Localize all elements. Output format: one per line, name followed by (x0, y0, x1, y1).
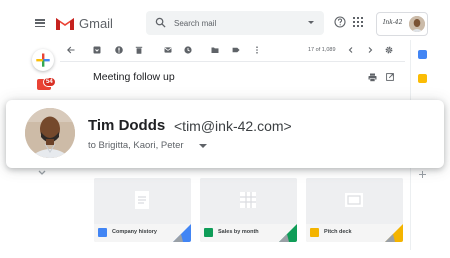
help-icon[interactable] (334, 16, 346, 28)
file-corner-icon (173, 224, 191, 242)
message-subject: Meeting follow up (93, 71, 175, 83)
sender-email: <tim@ink-42.com> (174, 118, 292, 134)
attachment-footer: Sales by month (200, 224, 297, 242)
print-icon[interactable] (368, 73, 377, 82)
apps-icon[interactable] (353, 17, 363, 27)
spreadsheet-icon (240, 192, 256, 208)
avatar[interactable] (409, 16, 425, 32)
brand-mark: Ink-42 (383, 19, 403, 26)
delete-icon[interactable] (135, 46, 143, 54)
attachment-sales-by-month[interactable]: Sales by month (200, 178, 297, 242)
keep-icon[interactable] (418, 74, 427, 83)
attachment-footer: Pitch deck (306, 224, 403, 242)
attachment-company-history[interactable]: Company history (94, 178, 191, 242)
compose-button[interactable] (32, 49, 54, 71)
sheets-icon (204, 228, 213, 237)
account-chip[interactable]: Ink-42 (376, 12, 428, 36)
back-arrow-icon[interactable] (67, 46, 75, 54)
menu-icon[interactable] (35, 19, 45, 27)
settings-icon[interactable] (385, 46, 393, 54)
search-bar[interactable] (146, 11, 324, 35)
gmail-logo[interactable] (55, 15, 75, 31)
open-in-new-window-icon[interactable] (386, 73, 394, 81)
next-icon[interactable] (366, 46, 374, 54)
file-corner-icon (279, 224, 297, 242)
search-options-icon[interactable] (308, 21, 314, 24)
attachment-preview (200, 178, 297, 224)
plus-icon (36, 53, 50, 67)
top-app-bar: Gmail Ink-42 (0, 0, 450, 44)
document-icon (135, 191, 149, 209)
prev-icon[interactable] (347, 46, 355, 54)
recipient-details-icon[interactable] (199, 144, 207, 148)
sender-avatar[interactable] (25, 108, 75, 158)
add-addon-icon[interactable] (418, 170, 427, 179)
search-input[interactable] (174, 15, 304, 31)
archive-icon[interactable] (93, 46, 101, 54)
attachment-label: Sales by month (218, 229, 259, 235)
attachment-label: Company history (112, 229, 157, 235)
calendar-icon[interactable] (418, 50, 427, 59)
report-spam-icon[interactable] (115, 46, 123, 54)
mark-unread-icon[interactable] (164, 46, 172, 54)
slides-icon (310, 228, 319, 237)
snooze-icon[interactable] (184, 46, 192, 54)
more-icon[interactable] (253, 46, 261, 54)
slides-icon (345, 193, 363, 207)
file-corner-icon (385, 224, 403, 242)
attachment-preview (94, 178, 191, 224)
toolbar-divider (60, 61, 405, 62)
recipients: to Brigitta, Kaori, Peter (88, 140, 184, 151)
attachment-label: Pitch deck (324, 229, 352, 235)
move-to-icon[interactable] (211, 46, 219, 54)
label-icon[interactable] (232, 46, 240, 54)
sender-card: Tim Dodds <tim@ink-42.com> to Brigitta, … (6, 100, 444, 168)
attachment-pitch-deck[interactable]: Pitch deck (306, 178, 403, 242)
attachment-preview (306, 178, 403, 224)
page-count: 17 of 1,089 (308, 47, 336, 53)
attachment-footer: Company history (94, 224, 191, 242)
sender-name: Tim Dodds (88, 117, 166, 134)
app-name[interactable]: Gmail (79, 16, 113, 31)
message-toolbar: 17 of 1,089 (60, 40, 405, 60)
unread-count-badge: 54 (43, 77, 56, 87)
docs-icon (98, 228, 107, 237)
chevron-down-icon[interactable] (38, 170, 46, 176)
search-icon[interactable] (155, 17, 166, 28)
